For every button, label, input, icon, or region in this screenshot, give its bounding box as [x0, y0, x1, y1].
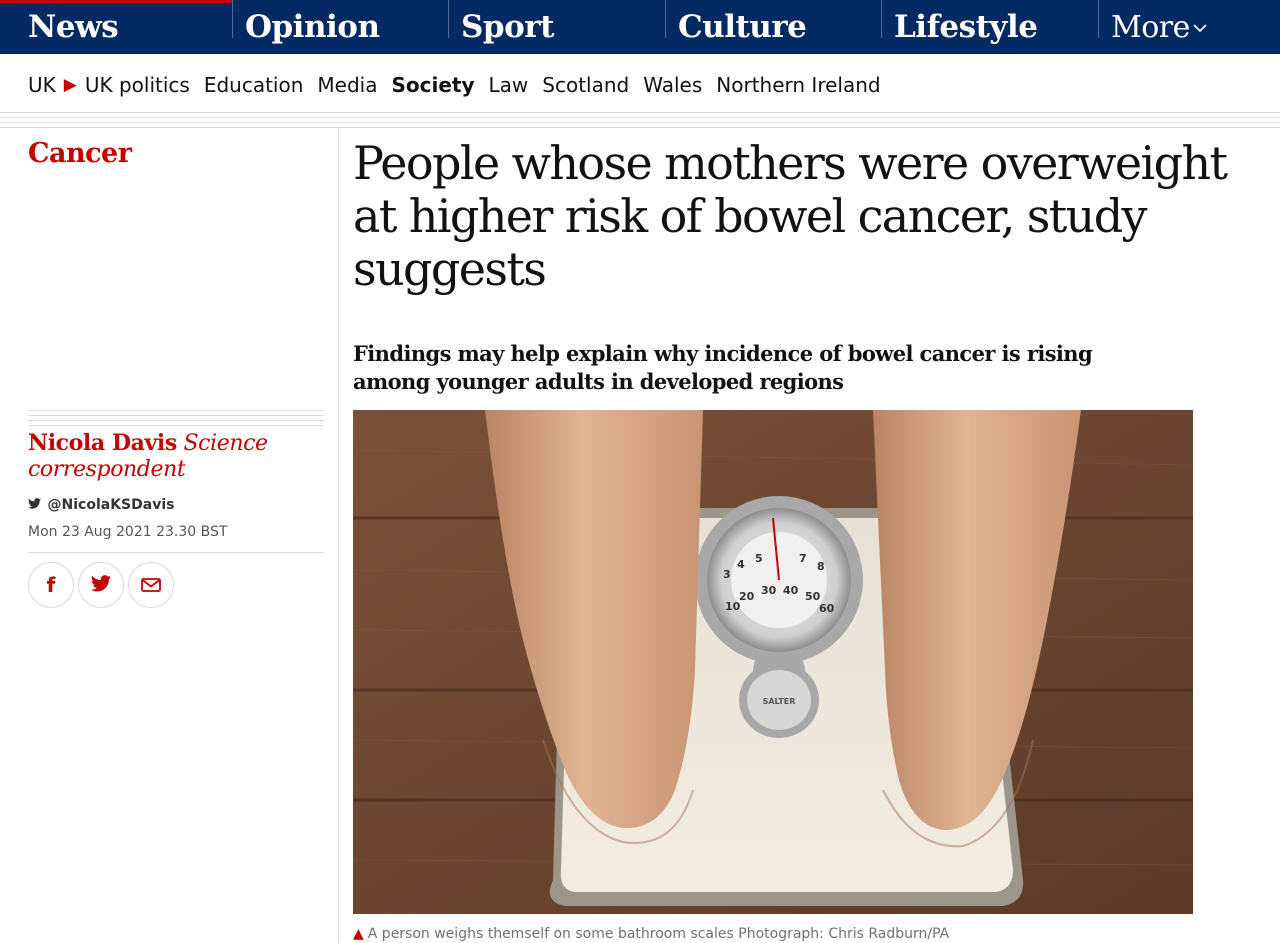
svg-text:20: 20: [739, 590, 755, 603]
author-name-link[interactable]: Nicola Davis: [28, 430, 177, 456]
author-twitter-link[interactable]: @NicolaKSDavis: [28, 497, 174, 513]
scale-brand-label: SALTER: [763, 697, 796, 706]
divider: [0, 122, 1280, 123]
subnav-item-uk-politics[interactable]: UK politics: [85, 73, 190, 97]
share-facebook-button[interactable]: f: [28, 562, 74, 608]
svg-text:30: 30: [761, 584, 777, 597]
subnav-arrow-icon: ▶: [63, 75, 77, 95]
pillar-culture[interactable]: Culture: [678, 0, 807, 54]
facebook-icon: f: [46, 573, 56, 597]
byline: Nicola Davis Science correspondent: [28, 430, 328, 483]
article-main-image: SALTER 345 78 10 20 30 40 50 60: [353, 410, 1193, 914]
subnav-item-law[interactable]: Law: [489, 73, 529, 97]
divider: [28, 552, 324, 553]
caption-text: A person weighs themself on some bathroo…: [367, 926, 950, 942]
section-subnav: UK ▶ UK politics Education Media Society…: [28, 70, 895, 100]
pillar-sport[interactable]: Sport: [461, 0, 554, 54]
svg-text:4: 4: [737, 558, 745, 571]
email-icon: [141, 573, 161, 597]
chevron-down-icon: [1192, 15, 1208, 39]
share-twitter-button[interactable]: [78, 562, 124, 608]
column-divider: [338, 128, 339, 943]
subnav-item-media[interactable]: Media: [317, 73, 377, 97]
subnav-item-wales[interactable]: Wales: [643, 73, 702, 97]
svg-text:5: 5: [755, 552, 763, 565]
svg-text:8: 8: [817, 560, 825, 573]
svg-text:7: 7: [799, 552, 807, 565]
divider: [0, 117, 1280, 118]
article-standfirst: Findings may help explain why incidence …: [353, 341, 1093, 394]
more-label: More: [1111, 9, 1190, 45]
divider: [0, 112, 1280, 113]
subnav-item-society[interactable]: Society: [391, 73, 474, 97]
subnav-item-scotland[interactable]: Scotland: [542, 73, 629, 97]
pillar-lifestyle[interactable]: Lifestyle: [894, 0, 1038, 54]
more-menu-button[interactable]: More: [1111, 0, 1208, 54]
subnav-item-uk[interactable]: UK: [28, 73, 56, 97]
pillar-nav: News Opinion Sport Culture Lifestyle Mor…: [0, 0, 1280, 54]
pillar-divider: [1098, 0, 1099, 38]
divider: [0, 127, 1280, 128]
twitter-icon: [91, 573, 111, 597]
caption-triangle-icon: ▲: [353, 926, 364, 942]
pillar-divider: [665, 0, 666, 38]
article-headline: People whose mothers were overweight at …: [353, 136, 1228, 296]
twitter-handle: @NicolaKSDavis: [47, 497, 175, 513]
pillar-divider: [448, 0, 449, 38]
pillar-divider: [232, 0, 233, 38]
subnav-item-northern-ireland[interactable]: Northern Ireland: [716, 73, 880, 97]
svg-text:3: 3: [723, 568, 731, 581]
meta-divider: [28, 410, 324, 430]
section-kicker[interactable]: Cancer: [28, 138, 132, 169]
subnav-item-education[interactable]: Education: [204, 73, 304, 97]
pillar-divider: [881, 0, 882, 38]
share-email-button[interactable]: [128, 562, 174, 608]
pillar-news[interactable]: News: [28, 0, 119, 54]
publish-date: Mon 23 Aug 2021 23.30 BST: [28, 524, 228, 540]
pillar-opinion[interactable]: Opinion: [245, 0, 380, 54]
svg-text:40: 40: [783, 584, 799, 597]
svg-text:60: 60: [819, 602, 835, 615]
image-caption: ▲ A person weighs themself on some bathro…: [353, 926, 949, 942]
twitter-icon: [28, 498, 46, 513]
